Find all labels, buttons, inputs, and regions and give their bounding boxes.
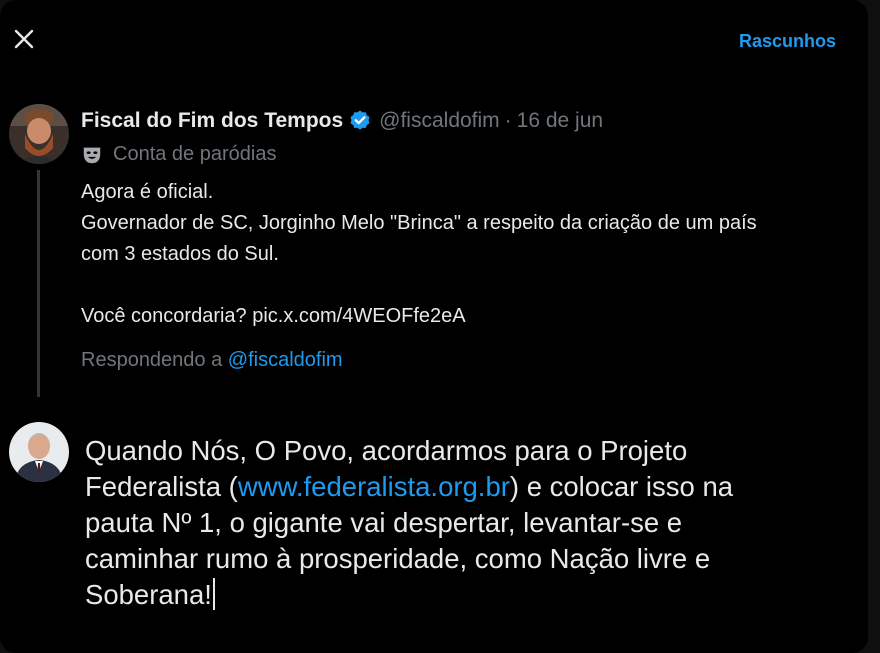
current-user-avatar[interactable] (9, 422, 69, 482)
avatar-image (9, 422, 69, 482)
post-text-line: Você concordaria? pic.x.com/4WEOFfe2eA (81, 305, 466, 327)
parody-mask-icon (83, 147, 101, 163)
page-edge (868, 0, 880, 653)
close-icon (14, 29, 34, 49)
close-button[interactable] (6, 21, 42, 57)
replying-prefix: Respondendo a (81, 349, 228, 371)
compose-line: Soberana! (85, 577, 845, 613)
federalista-link[interactable]: www.federalista.org.br (238, 471, 510, 502)
verified-badge-icon (350, 110, 370, 130)
compose-line: Quando Nós, O Povo, acordarmos para o Pr… (85, 435, 688, 466)
post-text-line: Governador de SC, Jorginho Melo "Brinca"… (81, 212, 757, 234)
compose-text-segment: ) e colocar isso na (509, 471, 734, 502)
meta-separator: · (504, 109, 512, 132)
parody-label-row: Conta de paródias (81, 143, 276, 166)
avatar-image (9, 104, 69, 164)
author-handle[interactable]: @fiscaldofim (379, 109, 500, 133)
post-text-line: com 3 estados do Sul. (81, 243, 279, 265)
compose-line: caminhar rumo à prosperidade, como Nação… (85, 543, 711, 574)
post-text-line: Agora é oficial. (81, 181, 214, 203)
reply-text-editor[interactable]: Quando Nós, O Povo, acordarmos para o Pr… (85, 433, 845, 613)
reply-compose-modal: Rascunhos Fiscal do Fim dos Tempos @fisc… (0, 0, 868, 653)
original-post-text: Agora é oficial. Governador de SC, Jorgi… (81, 177, 757, 332)
replying-to: Respondendo a @fiscaldofim (81, 349, 343, 372)
drafts-button[interactable]: Rascunhos (739, 31, 836, 52)
compose-line: Federalista (www.federalista.org.br) e c… (85, 469, 845, 505)
post-date[interactable]: 16 de jun (517, 109, 603, 133)
compose-text-segment: Soberana! (85, 579, 212, 610)
compose-line: pauta Nº 1, o gigante vai despertar, lev… (85, 507, 683, 538)
modal-header: Rascunhos (0, 0, 868, 82)
author-name[interactable]: Fiscal do Fim dos Tempos (81, 109, 343, 133)
parody-label: Conta de paródias (113, 143, 277, 165)
original-author-avatar[interactable] (9, 104, 69, 164)
post-author-row: Fiscal do Fim dos Tempos @fiscaldofim · … (81, 107, 603, 135)
text-caret (212, 578, 215, 610)
post-text-line (81, 270, 757, 301)
replying-handle-link[interactable]: @fiscaldofim (228, 349, 343, 371)
thread-connector-line (37, 170, 40, 397)
compose-text-segment: Federalista ( (85, 471, 238, 502)
